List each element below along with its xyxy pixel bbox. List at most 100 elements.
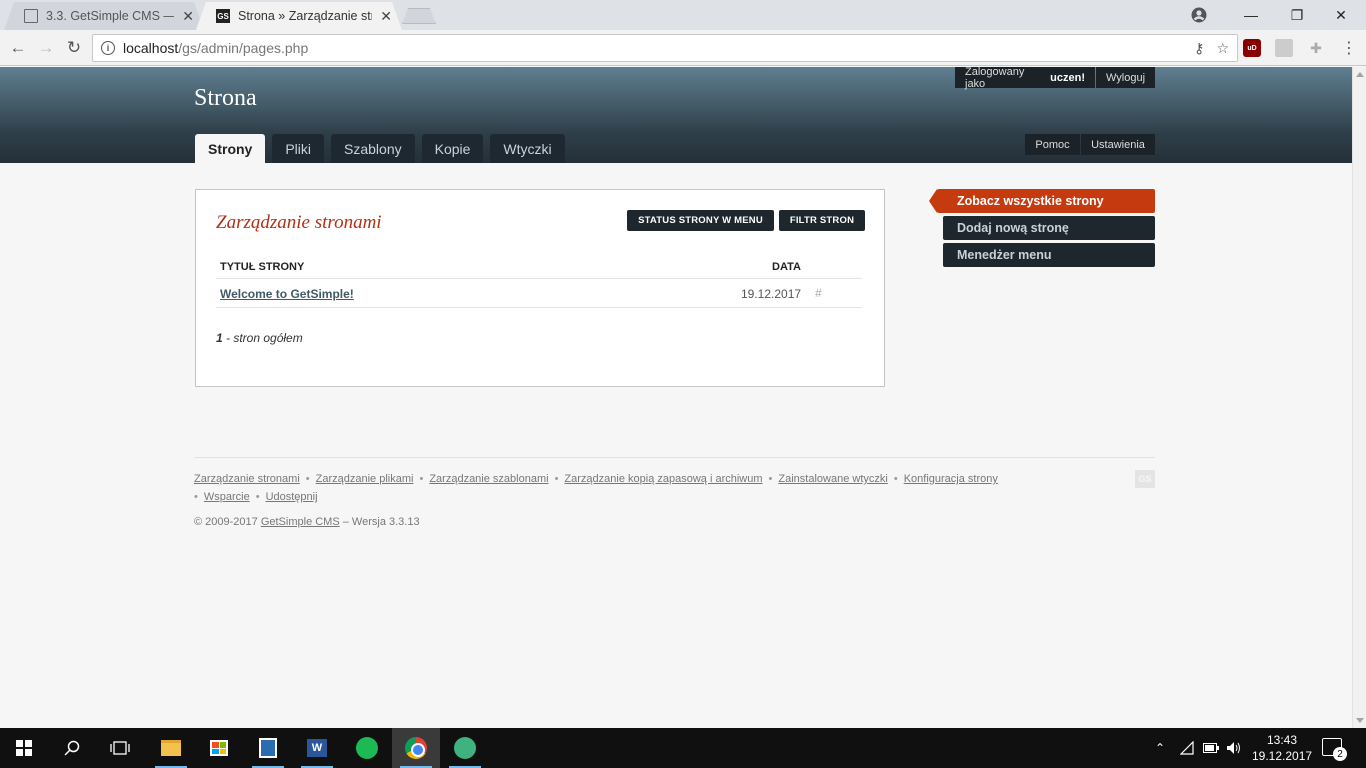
url-path: /gs/admin/pages.php <box>178 40 309 56</box>
admin-header: Strona Zalogowany jako uczen! Wyloguj St… <box>0 67 1352 163</box>
browser-menu-icon[interactable]: ⋮ <box>1340 39 1358 57</box>
getsimple-link[interactable]: GetSimple CMS <box>261 516 340 528</box>
info-icon[interactable]: i <box>101 41 115 55</box>
settings-button[interactable]: Ustawienia <box>1081 134 1155 155</box>
tray-chevron-icon[interactable]: ⌃ <box>1155 728 1165 768</box>
getsimple-favicon-icon: GS <box>216 9 230 23</box>
username: uczen! <box>1050 71 1085 84</box>
sidebar-item-menu-manager[interactable]: Menedżer menu <box>943 243 1155 267</box>
pages-panel: Zarządzanie stronami STATUS STRONY W MEN… <box>195 189 885 387</box>
new-tab-button[interactable] <box>402 8 436 24</box>
atom-icon[interactable] <box>441 728 489 768</box>
extension-puzzle-icon[interactable]: ✚ <box>1307 39 1325 57</box>
store-icon[interactable] <box>195 728 243 768</box>
pages-total-count: 1 <box>216 331 223 345</box>
scrollbar[interactable] <box>1352 67 1366 728</box>
footer-copyright: © 2009-2017 GetSimple CMS – Wersja 3.3.1… <box>194 516 420 528</box>
key-icon[interactable]: ⚷ <box>1194 40 1204 57</box>
main-nav: Strony Pliki Szablony Kopie Wtyczki <box>195 134 565 163</box>
footer-link-pages[interactable]: Zarządzanie stronami <box>194 473 300 485</box>
forward-button[interactable]: → <box>34 36 58 60</box>
sidebar-item-view-all-pages[interactable]: Zobacz wszystkie strony <box>929 189 1155 213</box>
profile-icon[interactable] <box>1190 6 1208 24</box>
network-icon[interactable] <box>1180 728 1196 768</box>
tab-szablony[interactable]: Szablony <box>331 134 415 163</box>
footer-link-plugins[interactable]: Zainstalowane wtyczki <box>778 473 887 485</box>
start-button[interactable] <box>0 728 48 768</box>
page-permalink[interactable]: # <box>815 286 822 300</box>
search-icon[interactable] <box>48 728 96 768</box>
close-tab-icon[interactable]: ✕ <box>380 8 392 25</box>
footer-separator: • <box>893 473 898 485</box>
restore-button[interactable]: ❐ <box>1274 0 1320 30</box>
footer-link-files[interactable]: Zarządzanie plikami <box>316 473 414 485</box>
footer-link-share[interactable]: Udostępnij <box>266 491 318 503</box>
footer-separator: • <box>305 473 310 485</box>
column-date-header: DATA <box>772 261 801 273</box>
footer-separator: • <box>768 473 773 485</box>
page-viewport: Strona Zalogowany jako uczen! Wyloguj St… <box>0 67 1352 728</box>
sidebar-item-add-page[interactable]: Dodaj nową stronę <box>943 216 1155 240</box>
clock-time: 13:43 <box>1266 733 1298 747</box>
file-explorer-icon[interactable] <box>147 728 195 768</box>
copyright-text: © 2009-2017 <box>194 516 258 528</box>
scroll-down-icon[interactable] <box>1356 718 1364 723</box>
notifications-icon[interactable]: 2 <box>1322 738 1347 761</box>
notification-count: 2 <box>1333 747 1347 761</box>
footer-link-themes[interactable]: Zarządzanie szablonami <box>429 473 548 485</box>
table-header: TYTUŁ STRONY DATA <box>220 261 860 273</box>
logged-in-info: Zalogowany jako uczen! <box>955 67 1095 90</box>
help-button[interactable]: Pomoc <box>1025 134 1080 155</box>
scroll-up-icon[interactable] <box>1356 72 1364 77</box>
column-title-header: TYTUŁ STRONY <box>220 261 305 273</box>
footer-link-backups[interactable]: Zarządzanie kopią zapasową i archiwum <box>564 473 762 485</box>
page-date: 19.12.2017 <box>741 287 802 301</box>
tab-wtyczki[interactable]: Wtyczki <box>490 134 565 163</box>
footer-separator: • <box>255 491 260 503</box>
document-app-icon[interactable] <box>244 728 292 768</box>
browser-tab-title: Strona » Zarządzanie str <box>238 9 373 23</box>
back-button[interactable]: ← <box>6 36 30 60</box>
footer-links: Zarządzanie stronami • Zarządzanie plikami… <box>194 470 1034 506</box>
close-tab-icon[interactable]: ✕ <box>182 8 194 25</box>
browser-tabstrip: 3.3. GetSimple CMS — M ✕ GS Strona » Zar… <box>0 0 1366 30</box>
ublock-extension-icon[interactable]: uD <box>1243 39 1261 57</box>
minimize-button[interactable]: — <box>1228 0 1274 30</box>
browser-tab-getsimple-docs[interactable]: 3.3. GetSimple CMS — M ✕ <box>4 2 204 30</box>
task-view-icon[interactable] <box>96 728 144 768</box>
address-bar[interactable]: i localhost/gs/admin/pages.php ⚷ ☆ <box>92 34 1238 62</box>
chrome-icon[interactable] <box>392 728 440 768</box>
footer-separator: • <box>554 473 559 485</box>
word-icon[interactable]: W <box>293 728 341 768</box>
menu-status-button[interactable]: STATUS STRONY W MENU <box>627 210 774 231</box>
logged-in-label: Zalogowany jako <box>965 67 1025 90</box>
version-text: – Wersja 3.3.13 <box>339 516 420 528</box>
footer-link-config[interactable]: Konfiguracja strony <box>904 473 998 485</box>
extension-icon[interactable] <box>1275 39 1293 57</box>
site-title[interactable]: Strona <box>194 85 257 112</box>
page-heading: Zarządzanie stronami <box>216 212 382 233</box>
close-window-button[interactable]: ✕ <box>1318 0 1364 30</box>
footer-link-support[interactable]: Wsparcie <box>204 491 250 503</box>
document-icon <box>24 9 38 23</box>
browser-tab-title: 3.3. GetSimple CMS — M <box>46 9 174 23</box>
battery-icon[interactable] <box>1203 728 1219 768</box>
reload-button[interactable]: ↻ <box>62 36 86 60</box>
pages-total-label: - stron ogółem <box>222 331 303 345</box>
footer-separator: • <box>419 473 424 485</box>
page-title-link[interactable]: Welcome to GetSimple! <box>220 287 354 301</box>
url-host: localhost <box>123 40 179 56</box>
volume-icon[interactable] <box>1226 728 1242 768</box>
tab-pliki[interactable]: Pliki <box>272 134 325 163</box>
spotify-icon[interactable] <box>343 728 391 768</box>
tab-kopie[interactable]: Kopie <box>421 134 484 163</box>
logout-button[interactable]: Wyloguj <box>1096 67 1155 88</box>
system-clock[interactable]: 13:43 19.12.2017 <box>1252 732 1312 764</box>
getsimple-logo: GS <box>1135 470 1155 488</box>
bookmark-star-icon[interactable]: ☆ <box>1216 40 1229 57</box>
tab-strony[interactable]: Strony <box>195 134 266 163</box>
browser-toolbar: ← → ↻ i localhost/gs/admin/pages.php ⚷ ☆… <box>0 30 1366 66</box>
browser-tab-strona[interactable]: GS Strona » Zarządzanie str ✕ <box>196 2 402 30</box>
clock-date: 19.12.2017 <box>1252 749 1313 763</box>
filter-pages-button[interactable]: FILTR STRON <box>779 210 865 231</box>
